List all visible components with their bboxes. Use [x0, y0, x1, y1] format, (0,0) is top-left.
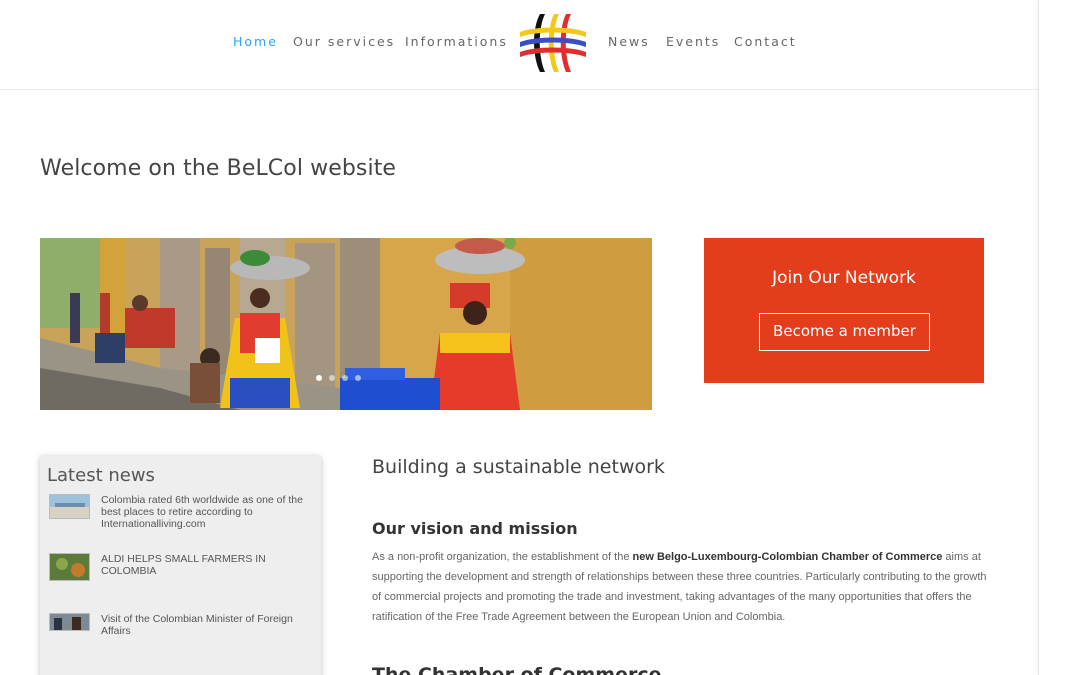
- slider-dot-2[interactable]: [329, 375, 335, 381]
- nav-our-services[interactable]: Our services: [293, 34, 395, 49]
- vision-paragraph: As a non-profit organization, the establ…: [372, 547, 992, 627]
- page-title: Welcome on the BeLCol website: [40, 156, 397, 181]
- cta-title: Join Our Network: [772, 268, 916, 288]
- beach-thumbnail-icon[interactable]: [49, 494, 90, 519]
- become-member-button[interactable]: Become a member: [759, 313, 930, 351]
- flag-cross-logo-icon: [520, 14, 586, 72]
- news-item-link[interactable]: Colombia rated 6th worldwide as one of t…: [101, 494, 311, 530]
- para-intro: As a non-profit organization, the establ…: [372, 551, 633, 563]
- latest-news-widget: Latest news Colombia rated 6th worldwide…: [40, 456, 321, 675]
- news-item-link[interactable]: Visit of the Colombian Minister of Forei…: [101, 613, 311, 637]
- para-chamber-name: new Belgo-Luxembourg-Colombian Chamber o…: [632, 551, 943, 563]
- news-item-link[interactable]: ALDI HELPS SMALL FARMERS IN COLOMBIA: [101, 553, 311, 577]
- hero-image: [40, 238, 652, 410]
- nav-informations[interactable]: Informations: [405, 34, 508, 49]
- slider-dot-4[interactable]: [355, 375, 361, 381]
- nav-home[interactable]: Home: [233, 34, 278, 49]
- chamber-heading: The Chamber of Commerce: [372, 664, 662, 675]
- nav-contact[interactable]: Contact: [734, 34, 797, 49]
- hero-slider[interactable]: [40, 238, 652, 410]
- page: Home Our services Informations News Even…: [0, 0, 1038, 675]
- scrollbar-gutter: [1038, 0, 1080, 675]
- nav-news[interactable]: News: [608, 34, 650, 49]
- meeting-thumbnail-icon[interactable]: [49, 613, 90, 631]
- nav-events[interactable]: Events: [666, 34, 720, 49]
- slider-dot-3[interactable]: [342, 375, 348, 381]
- slider-dot-1[interactable]: [316, 375, 322, 381]
- farm-thumbnail-icon[interactable]: [49, 553, 90, 581]
- vision-heading: Our vision and mission: [372, 519, 578, 538]
- news-widget-title: Latest news: [47, 465, 155, 486]
- join-network-cta: Join Our Network Become a member: [704, 238, 984, 383]
- belcol-logo[interactable]: [518, 12, 588, 74]
- site-header: Home Our services Informations News Even…: [0, 0, 1038, 90]
- section-heading: Building a sustainable network: [372, 456, 665, 478]
